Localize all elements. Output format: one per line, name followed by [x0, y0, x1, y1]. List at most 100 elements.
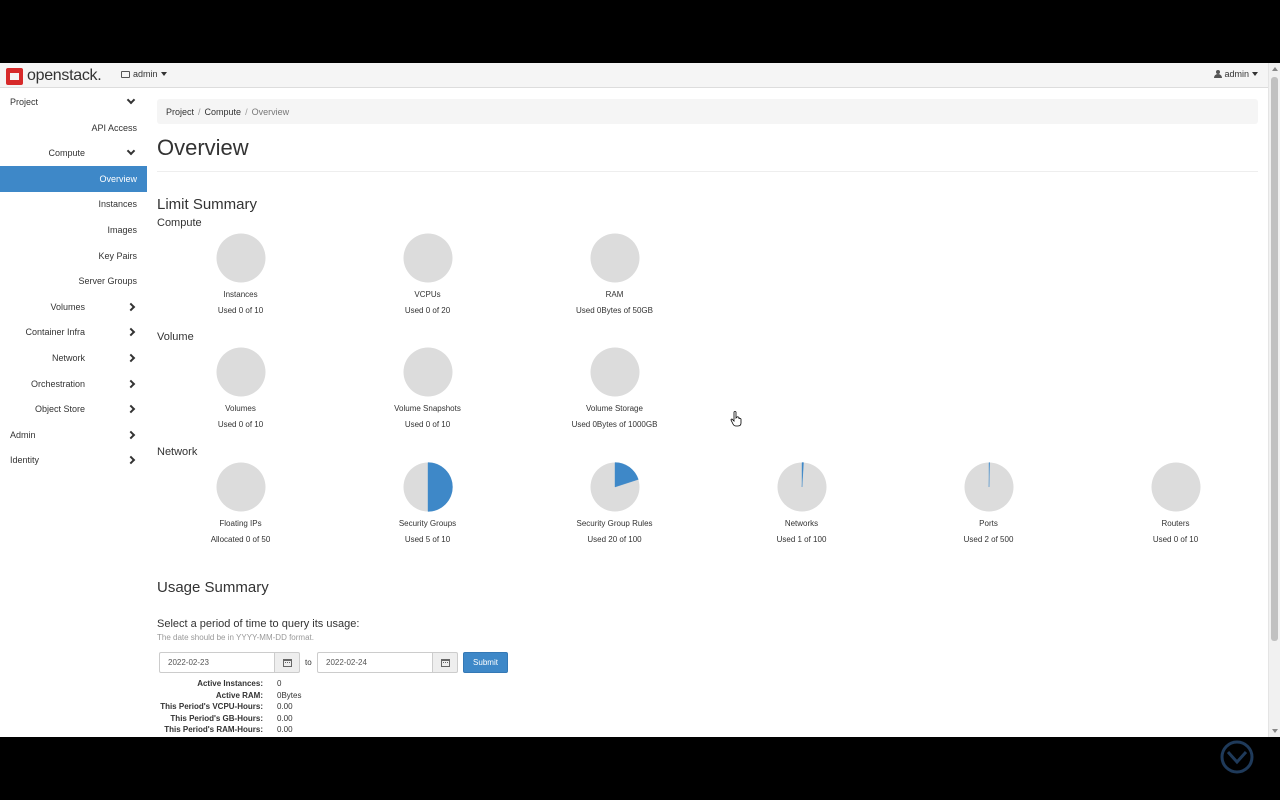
limit-chart-usage: Used 5 of 10 [404, 535, 451, 544]
sidebar-item-label: Images [107, 225, 137, 235]
openstack-logo[interactable]: openstack. [6, 67, 102, 85]
usage-stat-label: This Period's RAM-Hours: [164, 725, 263, 734]
title-divider [157, 171, 1258, 172]
usage-stat-row: This Period's RAM-Hours: 0.00 [157, 725, 293, 736]
usage-stat-value: 0.00 [277, 725, 293, 734]
limit-chart-instances: Instances Used 0 of 10 [147, 233, 334, 315]
sidebar-item-network[interactable]: Network [0, 345, 147, 371]
calendar-icon [440, 658, 450, 667]
sidebar-item-label: Admin [10, 429, 36, 440]
sidebar-item-object-store[interactable]: Object Store [0, 396, 147, 422]
calendar-icon [282, 658, 292, 667]
limit-chart-name: Floating IPs [219, 519, 262, 528]
user-menu[interactable]: admin [1214, 69, 1258, 79]
breadcrumb-project[interactable]: Project [166, 107, 194, 117]
limit-chart-name: Instances [223, 290, 258, 299]
sidebar-item-volumes[interactable]: Volumes [0, 294, 147, 320]
limit-chart-usage: Used 0 of 10 [217, 306, 264, 315]
limit-chart-name: RAM [605, 290, 624, 299]
usage-stat-label: This Period's GB-Hours: [170, 713, 263, 723]
limit-chart-name: Ports [979, 519, 998, 528]
limit-chart-usage: Used 2 of 500 [963, 535, 1014, 544]
start-date-calendar-button[interactable] [275, 652, 300, 673]
sidebar-item-label: Orchestration [30, 378, 85, 389]
pie-chart [403, 347, 452, 397]
project-switcher[interactable]: admin [121, 69, 167, 79]
start-date-input[interactable] [159, 652, 275, 673]
sidebar-item-server-groups[interactable]: Server Groups [0, 268, 147, 294]
limit-chart-name: Networks [784, 519, 819, 528]
pie-remaining-slice [590, 347, 639, 397]
end-date-group [317, 652, 458, 673]
usage-stat-value: 0.00 [277, 702, 293, 711]
hand-cursor-icon [730, 411, 742, 427]
usage-stat-row: This Period's VCPU-Hours: 0.00 [157, 702, 293, 713]
pie-remaining-slice [216, 462, 265, 512]
pie-remaining-slice [403, 233, 452, 283]
breadcrumb-compute[interactable]: Compute [205, 107, 242, 117]
pie-used-slice [427, 462, 453, 512]
pie-remaining-slice [216, 233, 265, 283]
sidebar-item-api-access[interactable]: API Access [0, 115, 147, 141]
sidebar-item-compute[interactable]: Compute [0, 140, 147, 166]
usage-summary-title: Usage Summary [157, 579, 269, 596]
limit-chart-networks: Networks Used 1 of 100 [708, 462, 895, 544]
sidebar-item-label: Compute [48, 148, 85, 159]
openstack-logo-icon [6, 67, 23, 85]
submit-button[interactable]: Submit [463, 652, 508, 673]
limit-chart-ram: RAM Used 0Bytes of 50GB [521, 233, 708, 315]
limit-chart-security-groups: Security Groups Used 5 of 10 [334, 462, 521, 544]
end-date-calendar-button[interactable] [433, 652, 458, 673]
end-date-input[interactable] [317, 652, 433, 673]
project-switcher-label: admin [133, 69, 158, 79]
scroll-up-arrow-icon[interactable] [1272, 67, 1278, 71]
limit-chart-name: Volume Storage [586, 404, 643, 413]
caret-down-icon [1252, 72, 1258, 76]
limit-chart-routers: Routers Used 0 of 10 [1082, 462, 1269, 544]
sidebar-item-label: Instances [98, 199, 137, 210]
limit-summary-title: Limit Summary [157, 196, 258, 213]
limit-chart-usage: Used 0 of 10 [404, 420, 451, 429]
sidebar-item-project[interactable]: Project [0, 89, 147, 115]
pie-chart [590, 347, 639, 397]
breadcrumb: Project / Compute / Overview [157, 99, 1258, 124]
limit-chart-usage: Used 0 of 10 [217, 420, 264, 429]
pie-remaining-slice [403, 347, 452, 397]
scroll-down-arrow-icon[interactable] [1272, 729, 1278, 733]
pie-remaining-slice [590, 233, 639, 283]
limit-chart-name: Volumes [225, 404, 256, 413]
usage-stat-value: 0Bytes [277, 690, 302, 700]
sidebar-item-identity[interactable]: Identity [0, 447, 147, 473]
date-format-help: The date should be in YYYY-MM-DD format. [157, 633, 314, 642]
pie-chart [777, 462, 826, 512]
sidebar-item-label: Project [10, 97, 39, 107]
pie-chart [403, 233, 452, 283]
usage-stat-row: Active RAM: 0Bytes [157, 690, 302, 702]
sidebar-item-admin[interactable]: Admin [0, 422, 147, 448]
usage-stat-row: Active Instances: 0 [157, 679, 281, 690]
limit-group-title: Volume [157, 331, 194, 343]
scrollbar-thumb[interactable] [1271, 77, 1278, 641]
chevron-right-icon [126, 404, 136, 414]
sidebar-item-container-infra[interactable]: Container Infra [0, 319, 147, 345]
sidebar-item-images[interactable]: Images [0, 217, 147, 243]
sidebar-item-label: Network [51, 353, 85, 363]
sidebar-item-overview[interactable]: Overview [0, 165, 147, 192]
limit-chart-volume-snapshots: Volume Snapshots Used 0 of 10 [334, 347, 521, 429]
sidebar-item-label: Server Groups [78, 276, 137, 287]
sidebar-item-label: API Access [91, 122, 137, 133]
limit-chart-security-group-rules: Security Group Rules Used 20 of 100 [521, 462, 708, 544]
chevron-right-icon [126, 353, 136, 363]
user-menu-label: admin [1224, 69, 1249, 79]
chevron-right-icon [126, 430, 136, 440]
limit-chart-name: VCPUs [414, 290, 441, 299]
usage-stat-value: 0 [277, 679, 282, 688]
page-scrollbar[interactable] [1268, 63, 1280, 737]
sidebar-item-key-pairs[interactable]: Key Pairs [0, 243, 147, 269]
pie-remaining-slice [216, 347, 265, 397]
limit-chart-floating-ips: Floating IPs Allocated 0 of 50 [147, 462, 334, 544]
sidebar-item-label: Identity [10, 455, 40, 466]
sidebar-item-orchestration[interactable]: Orchestration [0, 371, 147, 397]
breadcrumb-separator: / [198, 106, 201, 117]
sidebar-item-instances[interactable]: Instances [0, 191, 147, 217]
